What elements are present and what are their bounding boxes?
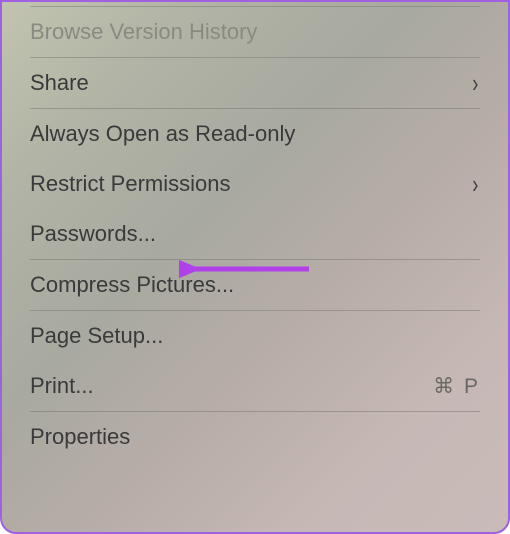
chevron-right-icon: › — [473, 70, 479, 96]
menu-item-label: Print... — [30, 373, 94, 399]
print-item[interactable]: Print... ⌘ P — [2, 361, 508, 411]
menu-item-label: Page Setup... — [30, 323, 163, 349]
chevron-right-icon: › — [473, 171, 479, 197]
properties-item[interactable]: Properties — [2, 412, 508, 462]
restrict-permissions-item[interactable]: Restrict Permissions › — [2, 159, 508, 209]
file-menu: Browse Version History Share › Always Op… — [0, 0, 510, 534]
menu-item-label: Compress Pictures... — [30, 272, 234, 298]
menu-item-label: Always Open as Read-only — [30, 121, 295, 147]
menu-item-label: Passwords... — [30, 221, 156, 247]
menu-item-label: Browse Version History — [30, 19, 257, 45]
menu-item-label: Share — [30, 70, 89, 96]
menu-item-label: Properties — [30, 424, 130, 450]
browse-version-history-item: Browse Version History — [2, 7, 508, 57]
compress-pictures-item[interactable]: Compress Pictures... — [2, 260, 508, 310]
page-setup-item[interactable]: Page Setup... — [2, 311, 508, 361]
always-open-read-only-item[interactable]: Always Open as Read-only — [2, 109, 508, 159]
share-item[interactable]: Share › — [2, 58, 508, 108]
passwords-item[interactable]: Passwords... — [2, 209, 508, 259]
keyboard-shortcut: ⌘ P — [433, 374, 480, 399]
menu-item-label: Restrict Permissions — [30, 171, 230, 197]
